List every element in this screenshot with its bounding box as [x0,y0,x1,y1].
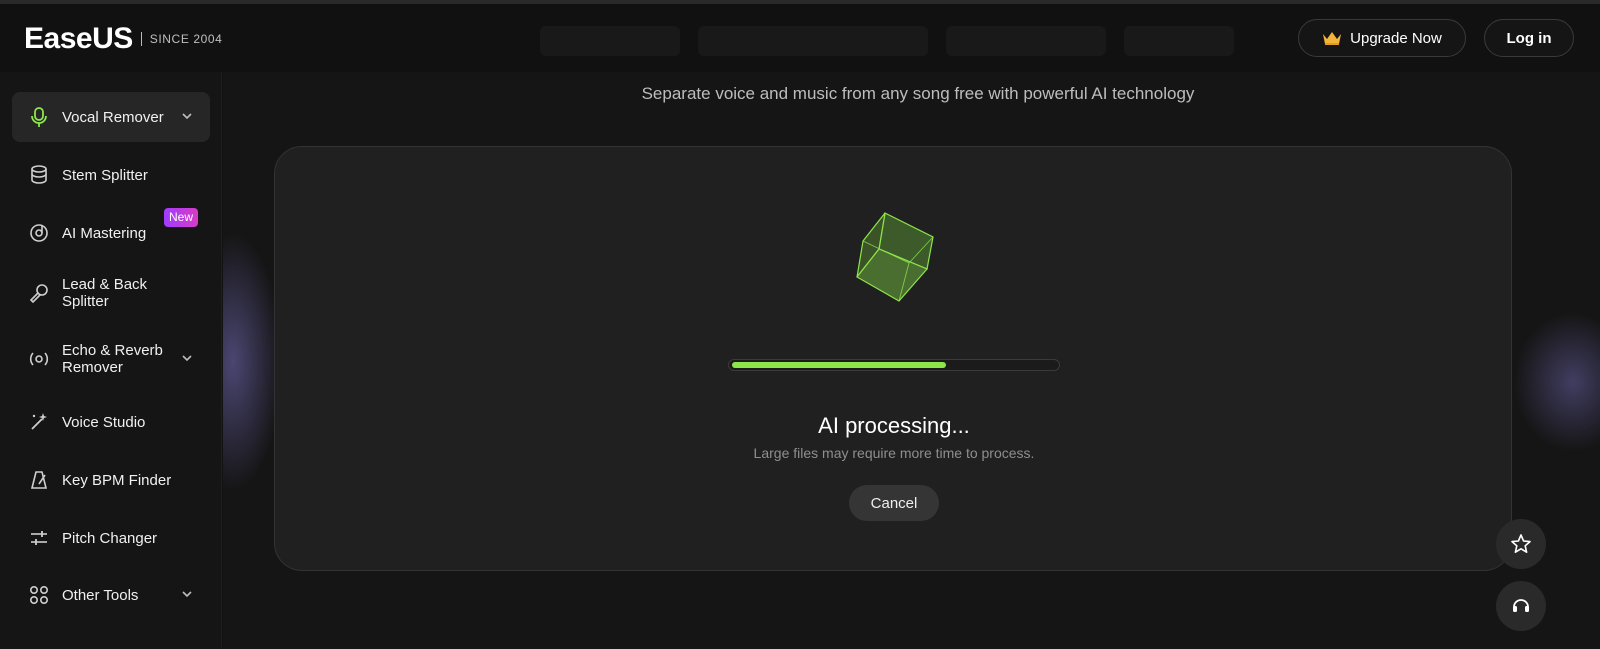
progress-bar [728,359,1060,371]
logo-since: SINCE 2004 [149,32,223,46]
sidebar-item-label: Stem Splitter [62,166,148,184]
sidebar-item-echo-reverb-remover[interactable]: Echo & Reverb Remover [12,334,210,384]
metronome-icon [30,471,48,489]
upgrade-now-label: Upgrade Now [1350,29,1442,47]
sidebar-item-label: Other Tools [62,586,139,604]
nav-placeholder [946,26,1106,56]
progress-fill [732,362,946,368]
logo[interactable]: EaseUS SINCE 2004 [24,24,222,54]
sidebar-item-label: AI Mastering [62,224,147,242]
headset-icon [1513,599,1529,612]
sidebar-item-label: Echo & Reverb Remover [62,342,163,376]
sidebar-item-label: Key BPM Finder [62,471,172,489]
page-subtitle: Separate voice and music from any song f… [641,84,1195,103]
sidebar-item-label: Voice Studio [62,413,146,431]
grid-icon [29,585,49,605]
sidebar: Vocal Remover Stem Splitter AI Mastering… [0,72,222,649]
sidebar-item-label: Pitch Changer [62,529,158,547]
sidebar-item-lead-back-splitter[interactable]: Lead & Back Splitter [12,268,210,318]
background-glow [1513,312,1600,452]
processing-card: AI processing... Large files may require… [274,146,1512,571]
chevron-down-icon[interactable] [180,587,194,601]
crown-icon [1323,32,1342,45]
cube-loading-icon [856,212,934,302]
sidebar-item-key-bpm-finder[interactable]: Key BPM Finder [12,455,210,505]
logo-wordmark: EaseUS [24,22,133,55]
main-content: Separate voice and music from any song f… [223,72,1600,649]
microphone-icon [31,107,47,127]
top-nav [540,26,1234,56]
cancel-label: Cancel [870,494,918,512]
sidebar-item-vocal-remover[interactable]: Vocal Remover [12,92,210,142]
nav-placeholder [1124,26,1234,56]
sidebar-item-label: Lead & Back Splitter [62,276,148,310]
echo-icon [29,352,49,366]
favorite-button[interactable] [1496,519,1546,569]
processing-title: AI processing... [818,413,970,438]
sidebar-item-stem-splitter[interactable]: Stem Splitter [12,150,210,200]
mic-split-icon [29,284,48,304]
star-icon [1511,534,1531,553]
sidebar-item-label: Vocal Remover [62,108,164,126]
sidebar-item-other-tools[interactable]: Other Tools [12,570,210,620]
header: EaseUS SINCE 2004 Upgrade Now Log in [0,4,1600,72]
disc-icon [30,224,48,242]
login-label: Log in [1506,29,1552,47]
logo-divider [140,32,142,46]
cancel-button[interactable]: Cancel [849,485,939,521]
upgrade-now-button[interactable]: Upgrade Now [1298,19,1466,57]
login-button[interactable]: Log in [1484,19,1574,57]
support-button[interactable] [1496,581,1546,631]
sidebar-item-pitch-changer[interactable]: Pitch Changer [12,513,210,563]
nav-placeholder [540,26,680,56]
chevron-down-icon[interactable] [180,351,194,365]
magic-wand-icon [31,413,47,430]
processing-subtitle: Large files may require more time to pro… [753,445,1035,461]
new-badge: New [164,208,199,227]
sliders-icon [31,531,47,545]
cylinder-icon [31,165,47,184]
nav-placeholder [698,26,928,56]
sidebar-item-voice-studio[interactable]: Voice Studio [12,397,210,447]
chevron-down-icon[interactable] [180,109,194,123]
